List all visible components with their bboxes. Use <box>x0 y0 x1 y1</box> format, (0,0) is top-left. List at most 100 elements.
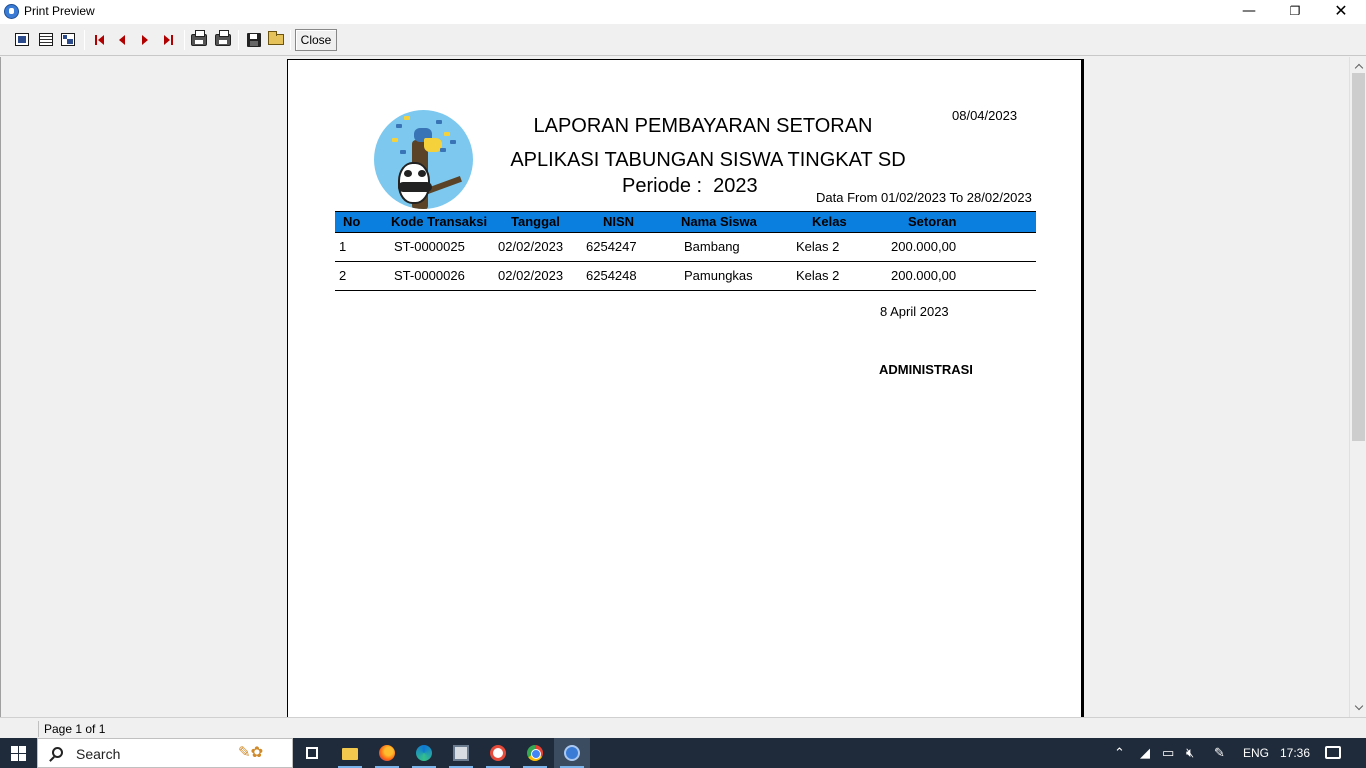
scroll-down-icon[interactable] <box>1354 701 1364 711</box>
red-circle-icon <box>490 745 506 761</box>
task-view-icon <box>306 747 318 759</box>
task-view-button[interactable] <box>294 738 330 768</box>
cell-kelas: Kelas 2 <box>796 239 840 254</box>
signature-date: 8 April 2023 <box>880 304 949 319</box>
preview-viewport[interactable]: LAPORAN PEMBAYARAN SETORAN APLIKASI TABU… <box>0 57 1366 717</box>
print-button[interactable] <box>213 29 233 49</box>
cell-no: 2 <box>339 268 347 283</box>
taskbar-file-explorer[interactable] <box>332 738 368 768</box>
previous-page-button[interactable] <box>112 30 132 49</box>
status-bar: Page 1 of 1 <box>0 717 1366 738</box>
close-button[interactable]: Close <box>295 29 337 51</box>
cell-nisn: 6254248 <box>586 268 637 283</box>
edge-icon <box>416 745 432 761</box>
lines-icon <box>39 33 53 46</box>
cell-nama: Bambang <box>684 239 740 254</box>
page-indicator: Page 1 of 1 <box>44 722 106 736</box>
search-highlight-icon: ✎✿ <box>238 744 264 761</box>
one-page-view-button[interactable] <box>12 30 32 49</box>
cell-tanggal: 02/02/2023 <box>498 239 564 254</box>
next-icon <box>142 34 148 45</box>
column-header-kode: Kode Transaksi <box>391 214 488 229</box>
column-header-kelas: Kelas <box>812 214 847 229</box>
toolbar: Close <box>0 24 1366 56</box>
cell-nama: Pamungkas <box>684 268 753 283</box>
report-subtitle: APLIKASI TABUNGAN SISWA TINGKAT SD <box>510 149 906 171</box>
signature-name: ADMINISTRASI <box>879 362 973 377</box>
page-width-view-button[interactable] <box>36 30 56 49</box>
cell-setoran: 200.000,00 <box>891 239 957 254</box>
cell-nisn: 6254247 <box>586 239 637 254</box>
status-cell <box>2 721 39 737</box>
printer-icon <box>215 29 231 46</box>
scroll-up-icon[interactable] <box>1354 63 1364 73</box>
folder-icon <box>342 748 358 760</box>
taskbar-edge[interactable] <box>406 738 442 768</box>
printer-setup-icon <box>191 29 207 46</box>
first-page-button[interactable] <box>90 30 110 49</box>
taskbar-chrome[interactable] <box>517 738 553 768</box>
close-window-button[interactable]: ✕ <box>1318 0 1364 24</box>
open-button[interactable] <box>266 30 286 49</box>
column-header-nama: Nama Siswa <box>681 214 757 229</box>
toolbar-separator <box>184 30 185 50</box>
column-header-setoran: Setoran <box>908 214 957 229</box>
minimize-button[interactable]: — <box>1226 0 1272 24</box>
table-header: No Kode Transaksi Tanggal NISN Nama Sisw… <box>335 211 1036 233</box>
cell-no: 1 <box>339 239 347 254</box>
maximize-button[interactable]: ❐ <box>1272 0 1318 24</box>
network-icon[interactable]: ◢ <box>1140 746 1150 761</box>
app-window-icon <box>453 745 469 761</box>
table-row: 1 ST-0000025 02/02/2023 6254247 Bambang … <box>335 233 1036 262</box>
cell-kelas: Kelas 2 <box>796 268 840 283</box>
clock[interactable]: 17:36 <box>1280 746 1310 760</box>
toolbar-separator <box>238 30 239 50</box>
window-title: Print Preview <box>24 4 95 18</box>
taskbar: Search ✎✿ ⌃ ◢ ▭ 🔇︎ ✎ ENG 17:36 <box>0 738 1366 768</box>
multi-page-icon <box>61 33 75 46</box>
search-label: Search <box>76 746 121 762</box>
taskbar-print-preview-app[interactable] <box>554 738 590 768</box>
last-page-icon <box>163 34 173 45</box>
report-page: LAPORAN PEMBAYARAN SETORAN APLIKASI TABU… <box>287 59 1084 717</box>
windows-icon <box>11 746 26 761</box>
battery-icon[interactable]: ▭ <box>1162 746 1174 761</box>
multi-page-view-button[interactable] <box>58 30 78 49</box>
volume-muted-icon[interactable]: 🔇︎ <box>1186 746 1194 761</box>
next-page-button[interactable] <box>135 30 155 49</box>
chevron-up-icon[interactable]: ⌃ <box>1114 746 1125 761</box>
last-page-button[interactable] <box>158 30 178 49</box>
cell-kode: ST-0000025 <box>394 239 465 254</box>
toolbar-separator <box>290 30 291 50</box>
taskbar-search[interactable]: Search ✎✿ <box>37 738 293 768</box>
firefox-icon <box>379 745 395 761</box>
start-button[interactable] <box>0 738 36 768</box>
save-icon <box>247 32 261 47</box>
taskbar-generic-app[interactable] <box>443 738 479 768</box>
cell-kode: ST-0000026 <box>394 268 465 283</box>
chrome-icon <box>527 745 543 761</box>
vertical-scrollbar[interactable] <box>1349 57 1366 717</box>
open-folder-icon <box>268 31 284 45</box>
print-setup-button[interactable] <box>189 29 209 49</box>
app-icon <box>564 745 580 761</box>
panda-icon <box>398 162 432 204</box>
table-row: 2 ST-0000026 02/02/2023 6254248 Pamungka… <box>335 262 1036 291</box>
taskbar-red-app[interactable] <box>480 738 516 768</box>
report-period: Periode : 2023 <box>622 175 758 197</box>
column-header-tanggal: Tanggal <box>511 214 560 229</box>
scrollbar-thumb[interactable] <box>1352 73 1365 441</box>
language-indicator[interactable]: ENG <box>1243 746 1269 760</box>
cell-tanggal: 02/02/2023 <box>498 268 564 283</box>
report-title: LAPORAN PEMBAYARAN SETORAN <box>533 115 873 137</box>
app-icon <box>4 4 19 19</box>
previous-icon <box>119 34 125 45</box>
date-range: Data From 01/02/2023 To 28/02/2023 <box>816 190 1032 205</box>
page-icon <box>15 33 29 46</box>
notification-icon[interactable] <box>1325 746 1341 759</box>
toolbar-separator <box>84 30 85 50</box>
column-header-no: No <box>343 214 361 229</box>
taskbar-firefox[interactable] <box>369 738 405 768</box>
save-button[interactable] <box>244 30 264 49</box>
pen-icon[interactable]: ✎ <box>1214 746 1225 761</box>
